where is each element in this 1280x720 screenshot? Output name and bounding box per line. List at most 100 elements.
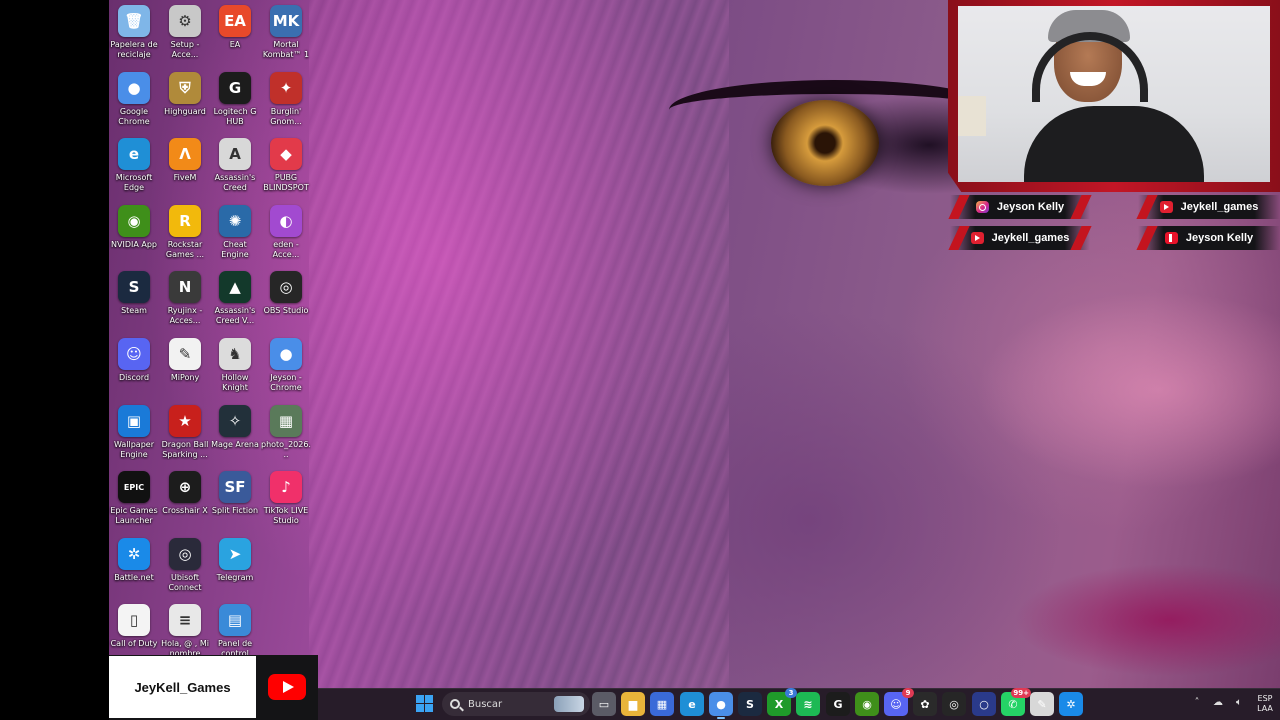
desktop-icon-label: Split Fiction [211,506,259,515]
taskbar-app-glyph: ✲ [1066,697,1076,711]
desktop-icon[interactable]: ▯ Call of Duty [109,604,159,649]
desktop-icon-label: FiveM [173,173,197,182]
badge-accent [1136,195,1158,219]
desktop-icon[interactable]: ◉ NVIDIA App [109,205,159,250]
badge-accent [948,195,970,219]
battlenet-icon[interactable]: ✲ [1059,692,1083,716]
desktop-icon[interactable]: MK Mortal Kombat™ 1 [261,5,311,60]
desktop-icon-label: Steam [121,306,147,315]
desktop-icon[interactable]: ✧ Mage Arena [210,405,260,450]
pubg-blindspot-icon: ◆ [270,138,302,170]
desktop-icon[interactable]: S Steam [109,271,159,316]
desktop-icon[interactable]: ⚙ Setup - Acce... [160,5,210,60]
desktop-icon[interactable]: ⛨ Highguard [160,72,210,117]
desktop-icon[interactable]: Λ FiveM [160,138,210,183]
badge-accent [1070,195,1092,219]
onedrive-icon[interactable]: ☁ [1213,698,1223,708]
input-language-indicator[interactable]: ESP LAA [1252,694,1278,714]
xbox-icon[interactable]: X3 [767,688,797,716]
assassins-creed-icon: A [219,138,251,170]
desktop-icon[interactable]: ◆ PUBG BLINDSPOT [261,138,311,193]
nvidia-icon[interactable]: ◉ [855,692,879,716]
desktop-icon[interactable]: ✺ Cheat Engine [210,205,260,260]
file-explorer-icon[interactable]: ▆ [621,692,645,716]
desktop-icon-label: Wallpaper Engine [113,440,154,459]
chevron-up-icon[interactable]: ˄ [1192,698,1202,708]
desktop-icon[interactable]: ♞ Hollow Knight [210,338,260,393]
desktop-icon[interactable]: ▲ Assassin's Creed V... [210,271,260,326]
desktop-icon[interactable]: ★ Dragon Ball Sparking ... [160,405,210,460]
desktop-icon-label: TikTok LIVE Studio [263,506,309,525]
taskbar-app-glyph: e [688,697,696,711]
taskbar-app-glyph: ▆ [628,697,638,711]
taskbar-search-box[interactable]: Buscar [442,692,590,716]
taskbar-app-glyph: ○ [979,697,989,711]
lang-layout: LAA [1257,704,1273,713]
chrome-icon[interactable]: ● [709,692,733,719]
desktop-icon[interactable]: ● Google Chrome [109,72,159,127]
notepad-icon[interactable]: ✎ [1030,692,1054,716]
desktop-icon[interactable]: R Rockstar Games ... [160,205,210,260]
desktop-icon[interactable]: ● Jeyson - Chrome [261,338,311,393]
microsoft-store-icon[interactable]: ▦ [650,692,674,716]
logitech-ghub-icon[interactable]: G [826,692,850,716]
desktop-icon[interactable]: SF Split Fiction [210,471,260,516]
desktop-icon[interactable]: ✲ Battle.net [109,538,159,583]
wallpaper-hair [309,0,729,688]
desktop-icon-label: Google Chrome [118,107,150,126]
tiktok-live-icon: ♪ [270,471,302,503]
taskbar-app-glyph: ▭ [598,697,610,711]
taskbar-app-glyph: ✎ [1037,697,1047,711]
steam-icon[interactable]: S [738,692,762,716]
desktop-icon[interactable]: ≡Hola, @ , Mi nombre es... [160,604,210,659]
desktop-icon[interactable]: 🗑 Papelera de reciclaje [109,5,159,60]
dragon-ball-icon: ★ [169,405,201,437]
taskbar-app-glyph: ◎ [949,697,959,711]
taskbar-app-glyph: ● [716,697,726,711]
cortana-icon[interactable]: ○ [972,692,996,716]
desktop-icon-label: OBS Studio [263,306,309,315]
search-highlight-icon [554,696,584,712]
desktop-icon[interactable]: ▣ Wallpaper Engine [109,405,159,460]
desktop-icon[interactable]: ✎ MiPony [160,338,210,383]
desktop-icon[interactable]: EPIC Epic Games Launcher [109,471,159,526]
eden-icon: ◐ [270,205,302,237]
taskbar-app-glyph: ≋ [803,697,813,711]
desktop-icon[interactable]: ☺ Discord [109,338,159,383]
chrome-profile-icon: ● [270,338,302,370]
desktop-icon[interactable]: ◐ eden - Acce... [261,205,311,260]
task-view-icon[interactable]: ▭ [592,692,616,716]
desktop-icon[interactable]: G Logitech G HUB [210,72,260,127]
badge-accent [1070,226,1092,250]
obs-icon[interactable]: ◎ [942,692,966,716]
desktop-icon[interactable]: A Assassin's Creed [210,138,260,193]
desktop-icon-label: Telegram [216,573,254,582]
webcam-feed [958,6,1270,182]
desktop-icon[interactable]: ➤ Telegram [210,538,260,583]
chatgpt-icon[interactable]: ✿ [913,692,937,716]
taskbar-app-glyph: ✆ [1008,697,1018,711]
edge-icon[interactable]: e [680,692,704,716]
edge-icon: e [118,138,150,170]
desktop-icon[interactable]: e Microsoft Edge [109,138,159,193]
youtube-logo-icon [268,674,306,700]
desktop-icon[interactable]: ♪ TikTok LIVE Studio [261,471,311,526]
spotify-icon[interactable]: ≋ [796,692,820,716]
desktop-icon[interactable]: ◎ OBS Studio [261,271,311,316]
desktop-icon[interactable]: ▦ photo_2026... [261,405,311,460]
desktop-icon[interactable]: ⊕ Crosshair X [160,471,210,516]
ea-icon: EA [219,5,251,37]
desktop-icon[interactable]: N Ryujinx - Acces... [160,271,210,326]
whatsapp-icon[interactable]: ✆ 99+ [1001,688,1031,716]
desktop-icon-label: eden - Acce... [272,240,300,259]
desktop-icon[interactable]: ✦ Burglin' Gnom... [261,72,311,127]
windows-start-icon[interactable] [416,695,433,712]
discord-icon[interactable]: ☺ 9 [884,688,914,716]
desktop-icon-label: photo_2026... [261,440,311,459]
desktop-icon[interactable]: ▤ Panel de control [210,604,260,659]
left-black-margin [0,0,109,720]
desktop-icon[interactable]: ◎ Ubisoft Connect [160,538,210,593]
wallpaper-engine-icon: ▣ [118,405,150,437]
volume-icon[interactable]: 🔈︎ [1234,698,1244,708]
desktop-icon[interactable]: EA EA [210,5,260,50]
